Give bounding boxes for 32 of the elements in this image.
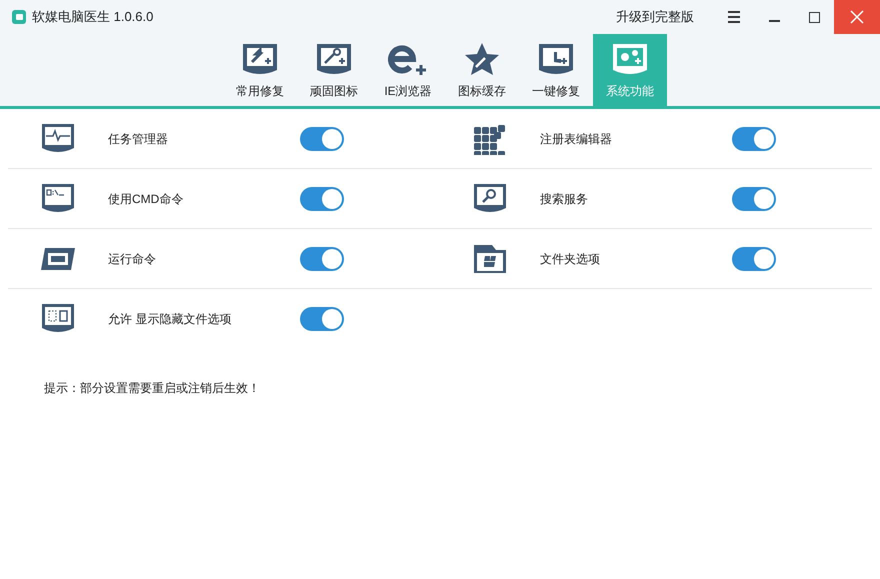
setting-label: 运行命令 [108,250,157,268]
toggle-switch[interactable] [300,246,344,270]
setting-label: 使用CMD命令 [108,190,184,208]
setting-label: 允许 显示隐藏文件选项 [108,311,232,328]
pulse-monitor-icon [41,122,75,154]
tab[interactable]: 一键修复 [519,34,593,106]
setting-label: 文件夹选项 [540,250,601,268]
setting-label: 搜索服务 [540,190,589,208]
toggle-switch[interactable] [732,246,776,270]
panels-monitor-icon [41,303,75,335]
window-frame-icon [41,246,75,270]
toggle-switch[interactable] [300,307,344,331]
app-logo-icon [12,10,26,24]
tab[interactable]: 顽固图标 [297,34,371,106]
setting-label: 注册表编辑器 [540,130,613,148]
tab[interactable]: 图标缓存 [445,34,519,106]
hint-text: 提示：部分设置需要重启或注销后生效！ [44,380,261,397]
window-title: 软媒电脑医生 1.0.6.0 [32,8,154,26]
toggle-switch[interactable] [732,186,776,210]
toggle-switch[interactable] [732,126,776,150]
toggle-switch[interactable] [300,126,344,150]
block-grid-icon [474,122,506,154]
tab[interactable]: IE浏览器 [371,34,445,106]
upgrade-link[interactable]: 升级到完整版 [616,7,694,27]
setting-label: 任务管理器 [108,130,169,148]
magnifier-monitor-icon [473,182,507,214]
toggle-switch[interactable] [300,186,344,210]
folder-windows-icon [473,244,507,274]
close-button[interactable] [834,0,880,34]
close-icon [850,10,864,24]
terminal-monitor-icon [41,182,75,214]
tab[interactable]: 常用修复 [223,34,297,106]
